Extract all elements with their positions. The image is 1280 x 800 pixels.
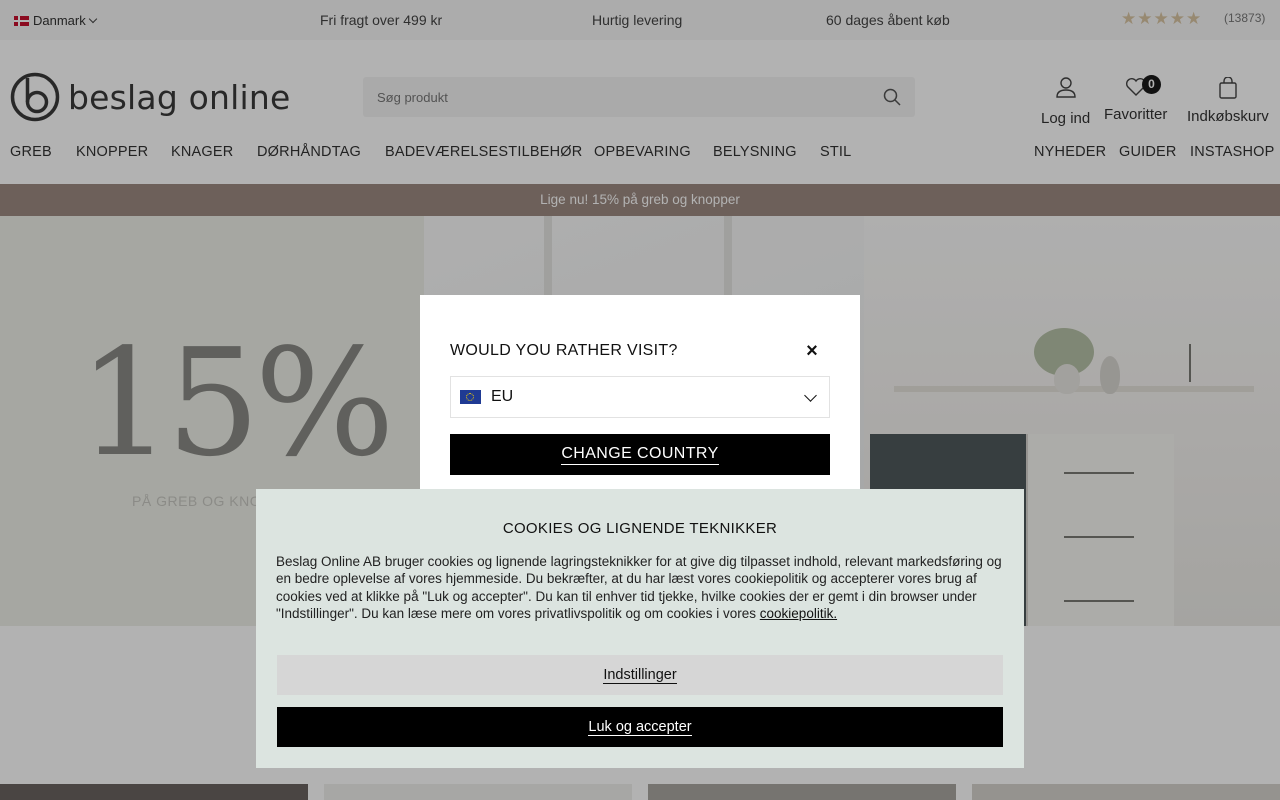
cookie-banner: COOKIES OG LIGNENDE TEKNIKKER Beslag Onl… (256, 489, 1024, 768)
accept-cookies-label: Luk og accepter (588, 718, 692, 736)
country-modal: WOULD YOU RATHER VISIT? × EU CHANGE COUN… (420, 295, 860, 505)
accept-cookies-button[interactable]: Luk og accepter (277, 707, 1003, 747)
chevron-down-icon (804, 389, 817, 402)
country-dropdown-value: EU (491, 388, 514, 405)
change-country-label: CHANGE COUNTRY (561, 445, 719, 465)
cookie-banner-title: COOKIES OG LIGNENDE TEKNIKKER (502, 520, 778, 537)
cookie-settings-button[interactable]: Indstillinger (277, 655, 1003, 695)
cookie-settings-label: Indstillinger (603, 666, 677, 684)
cookie-banner-text: Beslag Online AB bruger cookies og ligne… (276, 553, 1006, 623)
cookie-banner-body: Beslag Online AB bruger cookies og ligne… (276, 554, 1002, 622)
eu-flag-icon (460, 390, 481, 404)
change-country-button[interactable]: CHANGE COUNTRY (450, 434, 830, 475)
close-icon[interactable]: × (802, 341, 822, 361)
country-dropdown[interactable]: EU (450, 376, 830, 418)
modal-title: WOULD YOU RATHER VISIT? (450, 342, 678, 359)
cookie-policy-link[interactable]: cookiepolitik. (760, 606, 837, 621)
